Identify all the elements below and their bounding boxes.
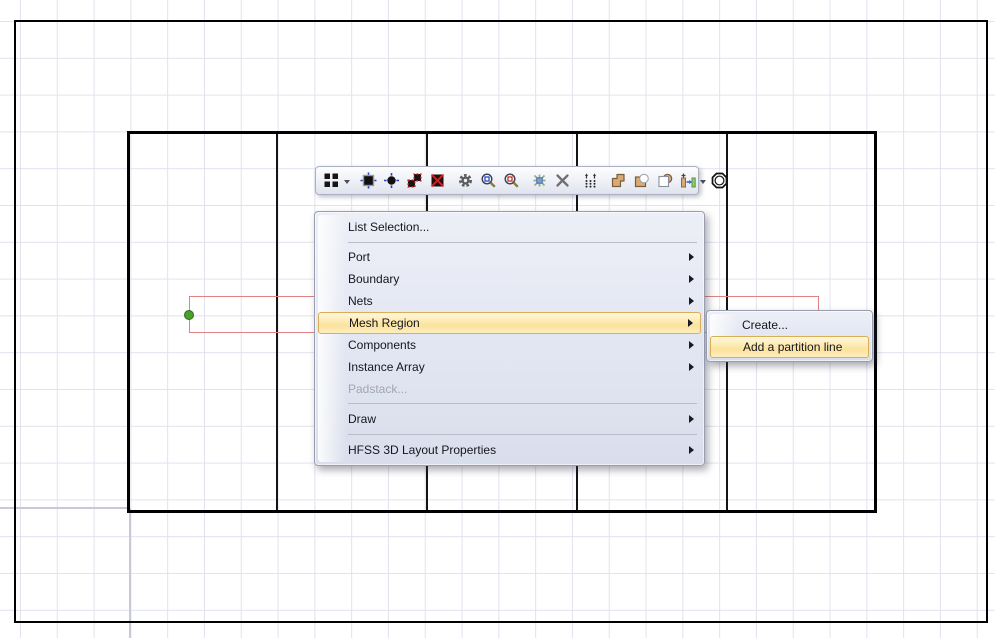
snap-mode-icon[interactable] [529, 169, 550, 192]
menu-item-label: Boundary [348, 272, 399, 286]
menu-item-nets[interactable]: Nets [318, 290, 701, 312]
layout-canvas[interactable]: List Selection... Port Boundary Nets Mes… [0, 0, 995, 638]
delete-icon[interactable] [552, 169, 573, 192]
mesh-region-submenu: Create... Add a partition line [706, 310, 873, 362]
submenu-arrow-icon [688, 319, 693, 327]
menu-item-instance-array[interactable]: Instance Array [318, 356, 701, 378]
union-icon[interactable] [608, 169, 629, 192]
submenu-arrow-icon [689, 341, 694, 349]
menu-item-padstack: Padstack... [318, 378, 701, 400]
selected-primitives-icon[interactable] [404, 169, 425, 192]
menu-separator [348, 242, 697, 243]
zoom-in-icon[interactable] [478, 169, 499, 192]
select-object-icon[interactable] [358, 169, 379, 192]
submenu-arrow-icon [689, 297, 694, 305]
components-grid-icon[interactable] [321, 169, 342, 192]
intersect-icon[interactable] [654, 169, 675, 192]
zoom-area-icon[interactable] [501, 169, 522, 192]
menu-item-list-selection[interactable]: List Selection... [318, 215, 701, 239]
menu-item-label: Nets [348, 294, 373, 308]
menu-item-draw[interactable]: Draw [318, 407, 701, 431]
menu-item-label: Draw [348, 412, 376, 426]
vertex-dot[interactable] [184, 310, 194, 320]
components-grid-dropdown-icon[interactable] [344, 180, 350, 187]
menu-item-boundary[interactable]: Boundary [318, 268, 701, 290]
subtract-icon[interactable] [631, 169, 652, 192]
align-distribute-dropdown-icon[interactable] [700, 180, 706, 187]
submenu-arrow-icon [689, 415, 694, 423]
stackup-icon[interactable] [580, 169, 601, 192]
menu-separator [348, 434, 697, 435]
menu-item-label: Mesh Region [349, 316, 420, 330]
menu-item-hfss-3d-layout-properties[interactable]: HFSS 3D Layout Properties [318, 438, 701, 462]
submenu-arrow-icon [689, 363, 694, 371]
context-menu: List Selection... Port Boundary Nets Mes… [314, 211, 705, 466]
submenu-arrow-icon [689, 253, 694, 261]
clear-selection-icon[interactable] [427, 169, 448, 192]
menu-item-label: Components [348, 338, 416, 352]
menu-separator [348, 403, 697, 404]
menu-item-mesh-region[interactable]: Mesh Region [318, 312, 701, 334]
menu-item-components[interactable]: Components [318, 334, 701, 356]
submenu-item-add-partition-line[interactable]: Add a partition line [710, 336, 869, 358]
menu-item-label: HFSS 3D Layout Properties [348, 443, 496, 457]
menu-item-label: Port [348, 250, 370, 264]
menu-item-port[interactable]: Port [318, 246, 701, 268]
settings-gear-icon[interactable] [455, 169, 476, 192]
select-point-icon[interactable] [381, 169, 402, 192]
align-distribute-icon[interactable] [677, 169, 698, 192]
octagon-circle-icon[interactable] [709, 169, 730, 192]
submenu-arrow-icon [689, 446, 694, 454]
submenu-arrow-icon [689, 275, 694, 283]
submenu-item-create[interactable]: Create... [710, 314, 869, 336]
menu-item-label: Instance Array [348, 360, 425, 374]
floating-toolbar [315, 166, 699, 195]
